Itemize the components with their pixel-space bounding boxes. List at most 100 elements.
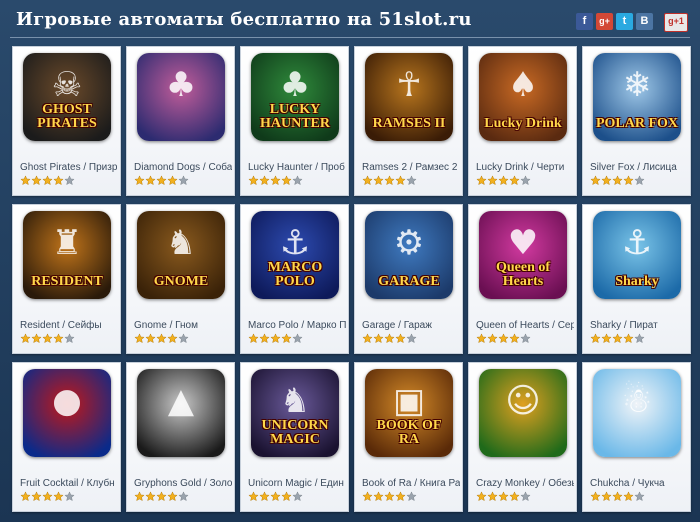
star-empty-icon (292, 491, 303, 502)
star-filled-icon (623, 491, 634, 502)
vkontakte-icon[interactable]: B (636, 13, 653, 30)
rating-stars (590, 491, 645, 502)
game-title-link[interactable]: Book of Ra / Книга Ра (362, 478, 460, 489)
game-thumbnail[interactable]: ♞ UNICORN MAGIC (251, 369, 339, 457)
game-thumbnail[interactable]: ▲ (137, 369, 225, 457)
game-card[interactable]: ♜ RESIDENT Resident / Сейфы (12, 204, 121, 354)
game-thumbnail[interactable]: ☠ GHOST PIRATES (23, 53, 111, 141)
game-title-link[interactable]: Marco Polo / Марко П (248, 320, 346, 331)
header-divider (10, 37, 690, 38)
game-thumbnail[interactable]: ♞ GNOME (137, 211, 225, 299)
star-filled-icon (373, 491, 384, 502)
game-title-link[interactable]: Chukcha / Чукча (590, 478, 688, 489)
star-filled-icon (373, 333, 384, 344)
game-card[interactable]: ♞ GNOME Gnome / Гном (126, 204, 235, 354)
game-card[interactable]: ♞ UNICORN MAGIC Unicorn Magic / Един (240, 362, 349, 512)
star-empty-icon (406, 333, 417, 344)
eagle-icon: ▲ (167, 381, 195, 421)
facebook-icon[interactable]: f (576, 13, 593, 30)
game-logo-text: GHOST PIRATES (37, 102, 97, 131)
star-empty-icon (406, 175, 417, 186)
rating-stars (134, 333, 189, 344)
game-title-link[interactable]: Queen of Hearts / Сер (476, 320, 574, 331)
star-filled-icon (167, 491, 178, 502)
star-empty-icon (406, 491, 417, 502)
game-title-link[interactable]: Sharky / Пират (590, 320, 688, 331)
star-filled-icon (270, 333, 281, 344)
game-thumbnail[interactable]: ☥ RAMSES II (365, 53, 453, 141)
game-title-link[interactable]: Lucky Drink / Черти (476, 162, 574, 173)
game-title-link[interactable]: Crazy Monkey / Обезь (476, 478, 574, 489)
star-filled-icon (42, 175, 53, 186)
star-empty-icon (634, 175, 645, 186)
star-filled-icon (156, 333, 167, 344)
game-card[interactable]: ● Fruit Cocktail / Клубн (12, 362, 121, 512)
game-thumbnail[interactable]: ♠ Lucky Drink (479, 53, 567, 141)
game-card[interactable]: ☠ GHOST PIRATES Ghost Pirates / Призр (12, 46, 121, 196)
google-plus-icon[interactable]: g+ (596, 13, 613, 30)
game-thumbnail[interactable]: ♣ (137, 53, 225, 141)
game-thumbnail[interactable]: ⚙ GARAGE (365, 211, 453, 299)
game-card[interactable]: ❄ POLAR FOX Silver Fox / Лисица (582, 46, 691, 196)
game-thumbnail[interactable]: ❄ POLAR FOX (593, 53, 681, 141)
rating-stars (590, 333, 645, 344)
game-title-link[interactable]: Fruit Cocktail / Клубн (20, 478, 118, 489)
game-logo-text: MARCO POLO (267, 260, 323, 289)
game-thumbnail[interactable]: ♥ Queen of Hearts (479, 211, 567, 299)
game-card[interactable]: ⚙ GARAGE Garage / Гараж (354, 204, 463, 354)
game-logo-text: GARAGE (378, 274, 440, 289)
game-title-link[interactable]: Ramses 2 / Рамзес 2 (362, 162, 460, 173)
game-thumbnail[interactable]: ▣ BOOK OF RA (365, 369, 453, 457)
game-card[interactable]: ☥ RAMSES II Ramses 2 / Рамзес 2 (354, 46, 463, 196)
game-thumbnail[interactable]: ☃ (593, 369, 681, 457)
rating-stars (248, 491, 303, 502)
game-title-link[interactable]: Resident / Сейфы (20, 320, 118, 331)
game-card[interactable]: ☺ Crazy Monkey / Обезь (468, 362, 577, 512)
agent-icon: ♜ (51, 223, 83, 263)
game-thumbnail[interactable]: ⚓ MARCO POLO (251, 211, 339, 299)
game-thumbnail[interactable]: ● (23, 369, 111, 457)
star-filled-icon (145, 175, 156, 186)
game-card[interactable]: ▲ Gryphons Gold / Золо (126, 362, 235, 512)
game-title-link[interactable]: Ghost Pirates / Призр (20, 162, 118, 173)
game-title-link[interactable]: Garage / Гараж (362, 320, 460, 331)
game-thumbnail[interactable]: ⚓ Sharky (593, 211, 681, 299)
game-title-link[interactable]: Silver Fox / Лисица (590, 162, 688, 173)
star-filled-icon (281, 175, 292, 186)
game-card[interactable]: ♠ Lucky Drink Lucky Drink / Черти (468, 46, 577, 196)
star-filled-icon (487, 333, 498, 344)
star-filled-icon (248, 333, 259, 344)
twitter-icon[interactable]: t (616, 13, 633, 30)
star-filled-icon (20, 333, 31, 344)
game-card[interactable]: ♣ Diamond Dogs / Соба (126, 46, 235, 196)
game-card[interactable]: ♣ LUCKY HAUNTER Lucky Haunter / Проб (240, 46, 349, 196)
star-filled-icon (509, 175, 520, 186)
game-title-link[interactable]: Gryphons Gold / Золо (134, 478, 232, 489)
game-title-link[interactable]: Diamond Dogs / Соба (134, 162, 232, 173)
explorer-icon: ⚓ (279, 223, 311, 263)
game-logo-text: RESIDENT (31, 274, 103, 289)
star-filled-icon (612, 175, 623, 186)
game-title-link[interactable]: Unicorn Magic / Един (248, 478, 346, 489)
star-filled-icon (134, 175, 145, 186)
game-card[interactable]: ▣ BOOK OF RA Book of Ra / Книга Ра (354, 362, 463, 512)
game-card[interactable]: ⚓ Sharky Sharky / Пират (582, 204, 691, 354)
star-filled-icon (31, 333, 42, 344)
google-plus-one-icon[interactable]: g+1 (664, 13, 688, 32)
game-card[interactable]: ☃ Chukcha / Чукча (582, 362, 691, 512)
game-thumbnail[interactable]: ♣ LUCKY HAUNTER (251, 53, 339, 141)
star-filled-icon (384, 175, 395, 186)
rating-stars (20, 175, 75, 186)
game-card[interactable]: ♥ Queen of Hearts Queen of Hearts / Сер (468, 204, 577, 354)
game-title-link[interactable]: Lucky Haunter / Проб (248, 162, 346, 173)
rating-stars (476, 175, 531, 186)
game-thumbnail[interactable]: ☺ (479, 369, 567, 457)
game-card[interactable]: ⚓ MARCO POLO Marco Polo / Марко П (240, 204, 349, 354)
game-logo-text: BOOK OF RA (376, 418, 442, 447)
game-thumbnail[interactable]: ♜ RESIDENT (23, 211, 111, 299)
star-filled-icon (31, 491, 42, 502)
game-title-link[interactable]: Gnome / Гном (134, 320, 232, 331)
star-filled-icon (259, 491, 270, 502)
star-filled-icon (476, 175, 487, 186)
game-logo-text: Queen of Hearts (495, 260, 551, 289)
